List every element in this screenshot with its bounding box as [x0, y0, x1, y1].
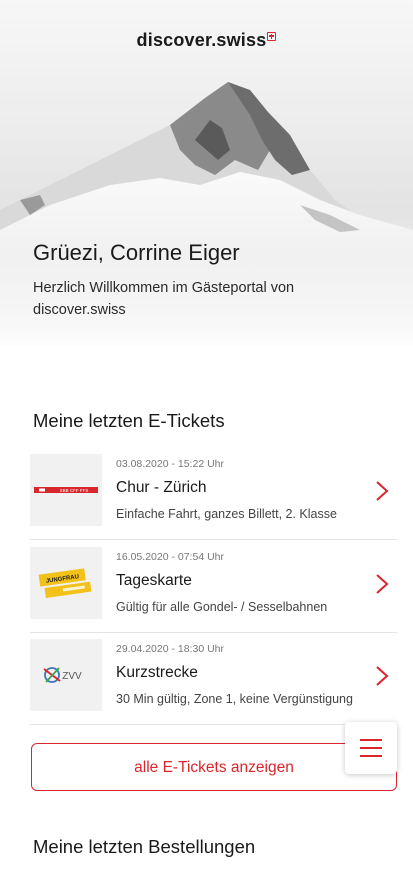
ticket-description: 30 Min gültig, Zone 1, keine Vergünstigu… [116, 692, 353, 706]
menu-line [360, 755, 382, 757]
welcome-subtitle: Herzlich Willkommen im Gästeportal von d… [33, 280, 295, 318]
sbb-logo-text: SBB CFF FFS [60, 488, 89, 493]
ticket-date: 16.05.2020 - 07:54 Uhr [116, 551, 224, 563]
swiss-cross-icon [267, 32, 277, 41]
brand-name: discover.swiss [136, 30, 267, 50]
ticket-date: 29.04.2020 - 18:30 Uhr [116, 643, 224, 655]
chevron-right-icon[interactable] [375, 665, 389, 687]
ticket-item[interactable]: ZVV 29.04.2020 - 18:30 Uhr Kurzstrecke 3… [30, 637, 397, 725]
ticket-name: Tageskarte [116, 572, 192, 589]
ticket-name: Chur - Zürich [116, 479, 207, 496]
jungfrau-ticket-logo: JUNGFRAU [30, 547, 102, 619]
ticket-description: Gültig für alle Gondel- / Sesselbahnen [116, 600, 328, 614]
hamburger-menu-icon[interactable] [345, 722, 397, 774]
brand-logo[interactable]: discover.swiss [0, 30, 413, 51]
zvv-logo: ZVV [30, 639, 102, 711]
tickets-section-title: Meine letzten E-Tickets [33, 410, 225, 431]
chevron-right-icon[interactable] [375, 573, 389, 595]
orders-section-title: Meine letzten Bestellungen [33, 836, 256, 857]
ticket-description: Einfache Fahrt, ganzes Billett, 2. Klass… [116, 507, 337, 521]
ticket-item[interactable]: JUNGFRAU 16.05.2020 - 07:54 Uhr Tageskar… [30, 545, 397, 633]
sbb-cff-ffs-logo: SBB CFF FFS [30, 454, 102, 526]
hero-banner: discover.swiss Grüezi, Corrine Eiger Her… [0, 0, 413, 345]
ticket-item[interactable]: SBB CFF FFS 03.08.2020 - 15:22 Uhr Chur … [30, 452, 397, 540]
menu-line [360, 747, 382, 749]
greeting-title: Grüezi, Corrine Eiger [33, 240, 240, 265]
ticket-name: Kurzstrecke [116, 664, 198, 681]
zvv-logo-text: ZVV [62, 671, 82, 682]
menu-line [360, 739, 382, 741]
chevron-right-icon[interactable] [375, 480, 389, 502]
all-tickets-button[interactable]: alle E-Tickets anzeigen [31, 743, 397, 791]
ticket-date: 03.08.2020 - 15:22 Uhr [116, 458, 224, 470]
